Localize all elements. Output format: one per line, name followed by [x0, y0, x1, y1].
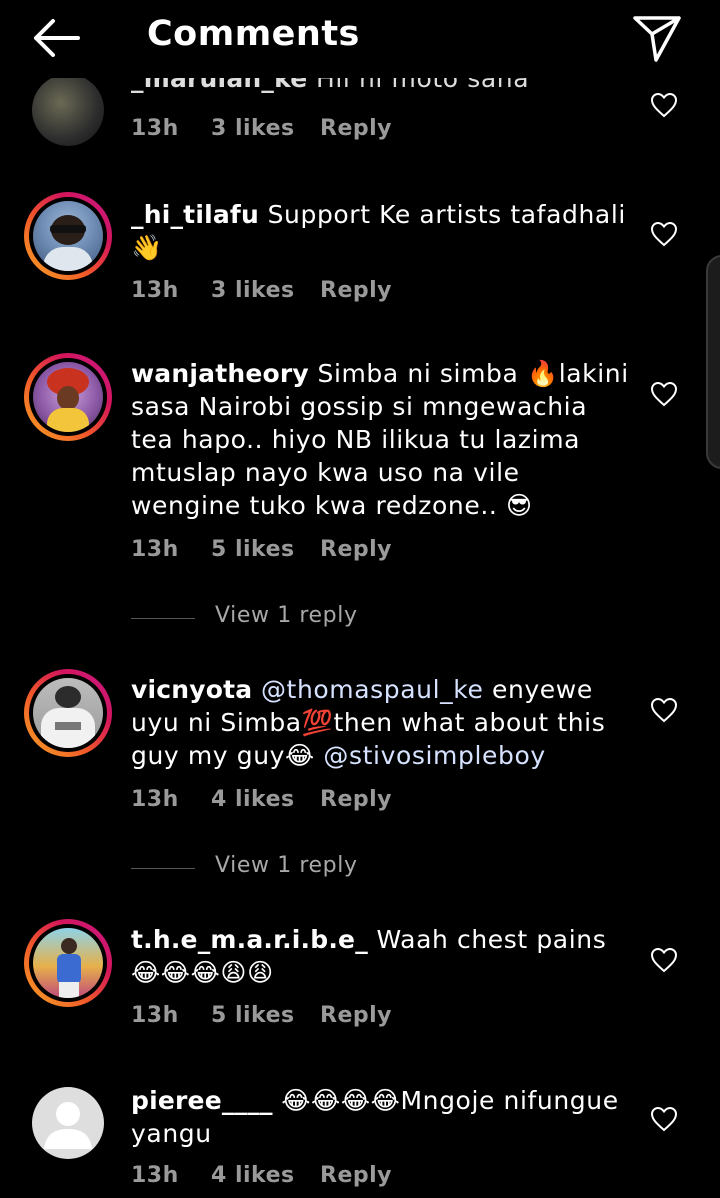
avatar[interactable] — [24, 919, 112, 1007]
comment-time: 13h — [131, 116, 179, 141]
reply-button[interactable]: Reply — [320, 1003, 392, 1028]
divider — [131, 618, 195, 619]
comment-time: 13h — [131, 537, 179, 562]
reply-button[interactable]: Reply — [320, 537, 392, 562]
heart-icon[interactable] — [650, 381, 678, 407]
comment-time: 13h — [131, 787, 179, 812]
view-replies-label: View 1 reply — [215, 603, 358, 628]
reply-button[interactable]: Reply — [320, 787, 392, 812]
reply-button[interactable]: Reply — [320, 116, 392, 141]
avatar[interactable] — [24, 192, 112, 280]
comment-likes[interactable]: 4 likes — [211, 1163, 295, 1188]
comment-likes[interactable]: 3 likes — [211, 116, 295, 141]
view-replies-button[interactable]: View 1 reply — [131, 603, 431, 633]
avatar[interactable] — [24, 669, 112, 757]
reply-button[interactable]: Reply — [320, 278, 392, 303]
page-title: Comments — [147, 14, 360, 54]
comment-likes[interactable]: 5 likes — [211, 1003, 295, 1028]
paper-plane-icon — [633, 16, 681, 62]
comment-username[interactable]: _hi_tilafu — [131, 200, 259, 229]
heart-icon[interactable] — [650, 947, 678, 973]
comment-username[interactable]: vicnyota — [131, 675, 252, 704]
heart-icon[interactable] — [650, 697, 678, 723]
comment-likes[interactable]: 3 likes — [211, 278, 295, 303]
comment-username[interactable]: t.h.e_m.a.r.i.b.e_ — [131, 925, 368, 954]
comment-likes[interactable]: 4 likes — [211, 787, 295, 812]
comment-time: 13h — [131, 1003, 179, 1028]
divider — [131, 868, 195, 869]
avatar[interactable] — [24, 353, 112, 441]
reply-button[interactable]: Reply — [320, 1163, 392, 1188]
scrollbar[interactable] — [706, 255, 720, 469]
mention-link[interactable]: @stivosimpleboy — [323, 741, 545, 770]
top-bar: Comments — [0, 0, 720, 78]
heart-icon[interactable] — [650, 1106, 678, 1132]
comment-likes[interactable]: 5 likes — [211, 537, 295, 562]
arrow-left-icon — [34, 19, 80, 57]
back-button[interactable] — [28, 14, 84, 62]
share-button[interactable] — [630, 12, 684, 64]
heart-icon[interactable] — [650, 221, 678, 247]
heart-icon[interactable] — [650, 92, 678, 118]
view-replies-label: View 1 reply — [215, 853, 358, 878]
avatar[interactable] — [32, 1087, 104, 1159]
comment-username[interactable]: pieree____ — [131, 1086, 273, 1115]
comment-time: 13h — [131, 1163, 179, 1188]
comment-time: 13h — [131, 278, 179, 303]
view-replies-button[interactable]: View 1 reply — [131, 853, 431, 883]
default-avatar-icon — [44, 1102, 92, 1149]
comment-username[interactable]: wanjatheory — [131, 359, 309, 388]
mention-link[interactable]: @thomaspaul_ke — [261, 675, 484, 704]
